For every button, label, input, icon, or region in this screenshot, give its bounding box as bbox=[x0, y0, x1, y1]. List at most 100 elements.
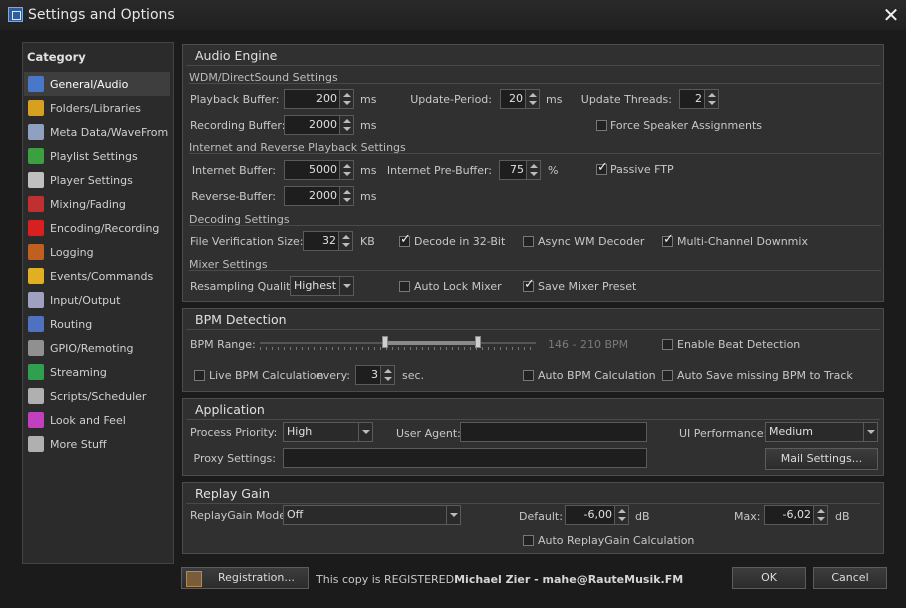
replaygain-mode-label: ReplayGain Mode: bbox=[190, 509, 290, 522]
chevron-down-icon bbox=[863, 423, 877, 441]
update-period-spin[interactable]: 20 bbox=[500, 89, 540, 109]
registered-user: Michael Zier - mahe@RauteMusik.FM bbox=[454, 573, 684, 586]
replay-gain-title: Replay Gain bbox=[195, 486, 270, 501]
sidebar-item-label: Folders/Libraries bbox=[50, 101, 141, 115]
force-speaker-checkbox[interactable] bbox=[596, 120, 607, 131]
max-gain-spin[interactable]: -6,02 bbox=[764, 505, 828, 525]
enable-beat-detection-label: Enable Beat Detection bbox=[677, 338, 801, 351]
save-mixer-preset-checkbox[interactable] bbox=[523, 277, 535, 292]
group-divider bbox=[186, 65, 880, 66]
sidebar-item[interactable]: General/Audio bbox=[24, 72, 170, 96]
sidebar-item[interactable]: GPIO/Remoting bbox=[24, 336, 170, 360]
sidebar-item[interactable]: Events/Commands bbox=[24, 264, 170, 288]
slider-thumb-high[interactable] bbox=[474, 336, 481, 348]
sidebar-item-label: Input/Output bbox=[50, 293, 121, 307]
group-divider bbox=[186, 503, 880, 504]
sidebar-item[interactable]: Playlist Settings bbox=[24, 144, 170, 168]
sidebar-item-label: General/Audio bbox=[50, 77, 129, 91]
async-wm-checkbox[interactable] bbox=[523, 236, 534, 247]
spin-arrows-icon[interactable] bbox=[339, 161, 353, 179]
reverse-buffer-unit: ms bbox=[360, 190, 377, 203]
spin-arrows-icon[interactable] bbox=[614, 506, 628, 524]
sidebar-item[interactable]: Encoding/Recording bbox=[24, 216, 170, 240]
slider-thumb-low[interactable] bbox=[381, 336, 388, 348]
auto-save-bpm-checkbox[interactable] bbox=[662, 370, 673, 381]
file-verification-unit: KB bbox=[360, 235, 375, 248]
sidebar-item[interactable]: Streaming bbox=[24, 360, 170, 384]
spin-arrows-icon[interactable] bbox=[526, 161, 540, 179]
select-value: Medium bbox=[769, 425, 813, 438]
sidebar-item[interactable]: Player Settings bbox=[24, 168, 170, 192]
auto-bpm-checkbox[interactable] bbox=[523, 370, 534, 381]
spin-arrows-icon[interactable] bbox=[339, 90, 353, 108]
reverse-buffer-spin[interactable]: 2000 bbox=[284, 186, 354, 206]
replaygain-mode-select[interactable]: Off bbox=[283, 505, 461, 525]
sidebar-item[interactable]: Scripts/Scheduler bbox=[24, 384, 170, 408]
spin-value: 20 bbox=[509, 92, 523, 105]
sidebar-item[interactable]: Mixing/Fading bbox=[24, 192, 170, 216]
sidebar-item[interactable]: Meta Data/WaveFrom bbox=[24, 120, 170, 144]
sidebar-item[interactable]: Logging bbox=[24, 240, 170, 264]
category-title: Category bbox=[27, 50, 86, 64]
sidebar-item[interactable]: Input/Output bbox=[24, 288, 170, 312]
decode-32bit-checkbox[interactable] bbox=[399, 232, 411, 247]
log-icon bbox=[28, 244, 44, 260]
gpio-icon bbox=[28, 340, 44, 356]
internet-prebuffer-unit: % bbox=[548, 164, 559, 177]
spin-arrows-icon[interactable] bbox=[339, 116, 353, 134]
process-priority-select[interactable]: High bbox=[283, 422, 373, 442]
proxy-settings-label: Proxy Settings: bbox=[193, 452, 276, 465]
passive-ftp-checkbox[interactable] bbox=[596, 160, 608, 175]
spin-value: 200 bbox=[316, 92, 337, 105]
enable-beat-detection-checkbox[interactable] bbox=[662, 339, 673, 350]
ui-performance-label: UI Performance: bbox=[679, 427, 768, 440]
spin-value: 75 bbox=[510, 163, 524, 176]
category-list: General/Audio Folders/Libraries Meta Data/… bbox=[24, 72, 170, 562]
auto-replaygain-checkbox[interactable] bbox=[523, 535, 534, 546]
sidebar-item[interactable]: Routing bbox=[24, 312, 170, 336]
select-value: High bbox=[287, 425, 313, 438]
spin-arrows-icon[interactable] bbox=[813, 506, 827, 524]
sidebar-item-label: Playlist Settings bbox=[50, 149, 138, 163]
sidebar-item[interactable]: Folders/Libraries bbox=[24, 96, 170, 120]
more-icon bbox=[28, 436, 44, 452]
auto-bpm-label: Auto BPM Calculation bbox=[538, 369, 656, 382]
spin-arrows-icon[interactable] bbox=[525, 90, 539, 108]
close-button[interactable]: ✕ bbox=[880, 4, 902, 26]
proxy-settings-input[interactable] bbox=[283, 448, 647, 468]
internet-prebuffer-spin[interactable]: 75 bbox=[499, 160, 541, 180]
user-agent-input[interactable] bbox=[460, 422, 647, 442]
internet-buffer-spin[interactable]: 5000 bbox=[284, 160, 354, 180]
file-verification-spin[interactable]: 32 bbox=[303, 231, 353, 251]
update-period-label: Update-Period: bbox=[410, 93, 492, 106]
ok-button[interactable]: OK bbox=[732, 567, 806, 589]
update-threads-spin[interactable]: 2 bbox=[679, 89, 719, 109]
default-gain-label: Default: bbox=[519, 510, 563, 523]
spin-arrows-icon[interactable] bbox=[339, 187, 353, 205]
recording-buffer-spin[interactable]: 2000 bbox=[284, 115, 354, 135]
multichannel-checkbox[interactable] bbox=[662, 232, 674, 247]
clock-icon bbox=[28, 388, 44, 404]
resampling-quality-select[interactable]: Highest bbox=[290, 276, 354, 296]
live-bpm-checkbox[interactable] bbox=[194, 370, 205, 381]
spin-value: 5000 bbox=[309, 163, 337, 176]
internet-buffer-unit: ms bbox=[360, 164, 377, 177]
internet-buffer-label: Internet Buffer: bbox=[191, 164, 276, 177]
bpm-range-slider[interactable] bbox=[260, 336, 536, 352]
auto-lock-mixer-checkbox[interactable] bbox=[399, 281, 410, 292]
ui-performance-select[interactable]: Medium bbox=[765, 422, 878, 442]
spin-arrows-icon[interactable] bbox=[380, 366, 394, 384]
music-note-icon bbox=[28, 76, 44, 92]
mail-settings-button[interactable]: Mail Settings... bbox=[765, 448, 878, 470]
every-unit: sec. bbox=[402, 369, 425, 382]
save-mixer-preset-label: Save Mixer Preset bbox=[538, 280, 637, 293]
default-gain-spin[interactable]: -6,00 bbox=[565, 505, 629, 525]
playback-buffer-spin[interactable]: 200 bbox=[284, 89, 354, 109]
sidebar-item[interactable]: Look and Feel bbox=[24, 408, 170, 432]
spin-arrows-icon[interactable] bbox=[704, 90, 718, 108]
cancel-button[interactable]: Cancel bbox=[813, 567, 887, 589]
max-gain-unit: dB bbox=[835, 510, 850, 523]
every-seconds-spin[interactable]: 3 bbox=[355, 365, 395, 385]
sidebar-item[interactable]: More Stuff bbox=[24, 432, 170, 456]
spin-arrows-icon[interactable] bbox=[338, 232, 352, 250]
